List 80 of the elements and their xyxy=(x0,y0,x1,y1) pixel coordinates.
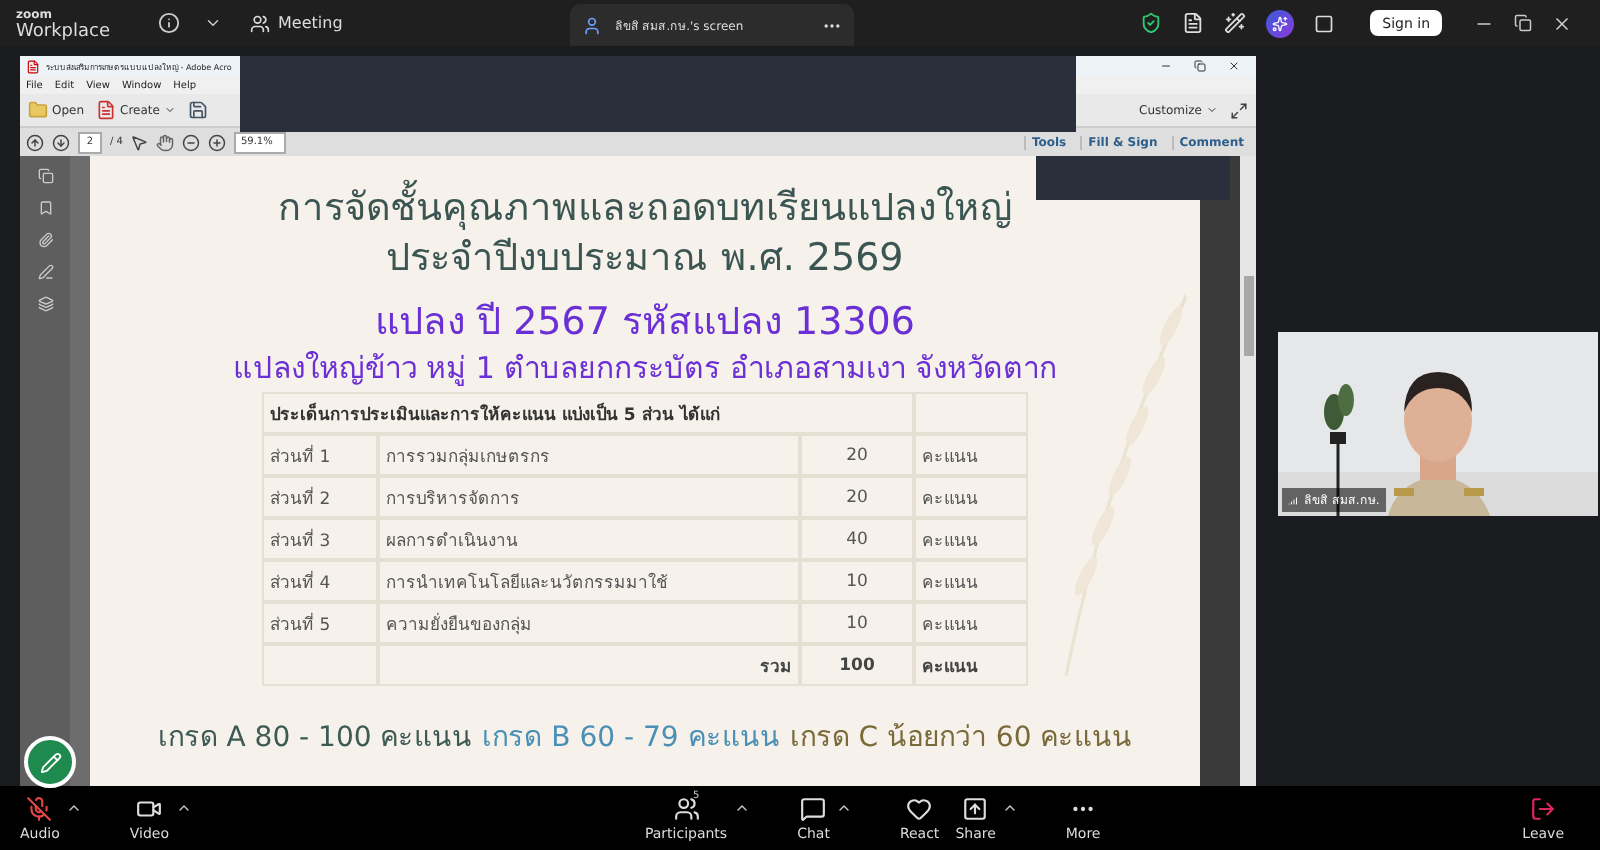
camera-icon xyxy=(136,795,163,821)
restore-icon[interactable] xyxy=(1194,60,1206,72)
table-cell: ความยั่งยืนของกลุ่ม xyxy=(378,602,800,644)
table-cell: 100 xyxy=(800,644,914,686)
table-cell: 20 xyxy=(800,434,914,476)
chevron-down-icon[interactable] xyxy=(204,14,223,32)
table-cell: ส่วนที่ 5 xyxy=(262,602,378,644)
paperclip-icon[interactable] xyxy=(37,232,53,248)
chat-icon xyxy=(800,795,827,821)
user-icon xyxy=(582,15,603,35)
meeting-label[interactable]: Meeting xyxy=(278,14,343,32)
pages-icon[interactable] xyxy=(37,168,53,184)
signature-icon[interactable] xyxy=(37,264,53,280)
people-icon xyxy=(250,13,271,33)
table-cell: 40 xyxy=(800,518,914,560)
chevron-down-icon xyxy=(163,104,176,116)
heart-icon xyxy=(906,795,933,821)
restore-icon[interactable] xyxy=(1514,14,1532,32)
table-cell: การบริหารจัดการ xyxy=(378,476,800,518)
scrollbar[interactable] xyxy=(1240,156,1256,786)
grade-range: เกรด A 80 - 100 คะแนน xyxy=(157,720,473,758)
app-icon[interactable] xyxy=(1314,13,1335,33)
table-cell: คะแนน xyxy=(914,644,1028,686)
info-icon[interactable] xyxy=(158,12,181,34)
slide-subtitle: ประจำปีงบประมาณ พ.ศ. 2569 xyxy=(386,234,904,284)
table-cell: คะแนน xyxy=(914,602,1028,644)
select-tool-icon[interactable] xyxy=(130,133,149,151)
table-cell: คะแนน xyxy=(914,476,1028,518)
previous-page-icon[interactable] xyxy=(26,133,44,151)
zoom-out-icon[interactable] xyxy=(182,133,201,151)
close-icon[interactable] xyxy=(1552,13,1572,33)
table-cell: คะแนน xyxy=(914,518,1028,560)
caret-icon[interactable] xyxy=(1001,800,1018,816)
minimize-icon[interactable] xyxy=(1160,60,1172,72)
expand-icon[interactable] xyxy=(1230,101,1248,119)
table-cell: คะแนน xyxy=(914,560,1028,602)
leave-icon xyxy=(1530,795,1557,821)
caret-icon[interactable] xyxy=(835,800,852,816)
bookmark-icon[interactable] xyxy=(37,200,53,216)
sparkle-icon xyxy=(1272,15,1289,31)
table-cell: คะแนน xyxy=(914,434,1028,476)
ai-companion-button[interactable] xyxy=(1266,9,1295,37)
zoom-in-icon[interactable] xyxy=(208,133,227,151)
table-cell: 10 xyxy=(800,602,914,644)
table-heading: ประเด็นการประเมินและการให้คะแนน แบ่งเป็น 5 ส่วน ได้แก่ xyxy=(262,392,914,434)
layers-icon[interactable] xyxy=(37,296,53,312)
table-cell: ส่วนที่ 4 xyxy=(262,560,378,602)
plot-location: แปลงใหญ่ข้าว หมู่ 1 ตำบลยกกระบัตร อำเภอสามเงา จังหวัดตาก xyxy=(232,348,1058,388)
pencil-icon xyxy=(39,751,61,773)
table-cell: 10 xyxy=(800,560,914,602)
hand-tool-icon[interactable] xyxy=(156,133,175,151)
grade-range: เกรด C น้อยกว่า 60 คะแนน xyxy=(789,720,1133,758)
caret-icon[interactable] xyxy=(175,800,192,816)
caret-icon[interactable] xyxy=(733,800,750,816)
document-icon xyxy=(96,100,117,120)
plot-code: แปลง ปี 2567 รหัสแปลง 13306 xyxy=(375,298,915,348)
share-icon xyxy=(962,795,989,821)
close-icon[interactable] xyxy=(1228,60,1240,72)
table-cell: ผลการดำเนินงาน xyxy=(378,518,800,560)
shield-icon[interactable] xyxy=(1140,12,1163,34)
muted-mic-icon xyxy=(26,795,53,821)
table-cell: การนำเทคโนโลยีและนวัตกรรมมาใช้ xyxy=(378,560,800,602)
pdf-icon xyxy=(26,59,40,73)
table-cell: ส่วนที่ 1 xyxy=(262,434,378,476)
table-cell: การรวมกลุ่มเกษตรกร xyxy=(378,434,800,476)
chevron-down-icon xyxy=(1206,104,1218,116)
wand-icon[interactable] xyxy=(1224,12,1247,34)
notes-icon[interactable] xyxy=(1182,12,1205,34)
table-cell: 20 xyxy=(800,476,914,518)
people-icon xyxy=(673,795,700,821)
table-cell: ส่วนที่ 3 xyxy=(262,518,378,560)
table-cell: รวม xyxy=(378,644,800,686)
caret-icon[interactable] xyxy=(65,800,82,816)
signal-icon xyxy=(1288,494,1300,506)
table-cell: ส่วนที่ 2 xyxy=(262,476,378,518)
folder-icon xyxy=(28,100,48,120)
slide-title: การจัดชั้นคุณภาพและถอดบทเรียนแปลงใหญ่ xyxy=(278,184,1012,234)
next-page-icon[interactable] xyxy=(52,133,70,151)
grade-range: เกรด B 60 - 79 คะแนน xyxy=(482,720,780,758)
save-icon[interactable] xyxy=(187,100,208,120)
